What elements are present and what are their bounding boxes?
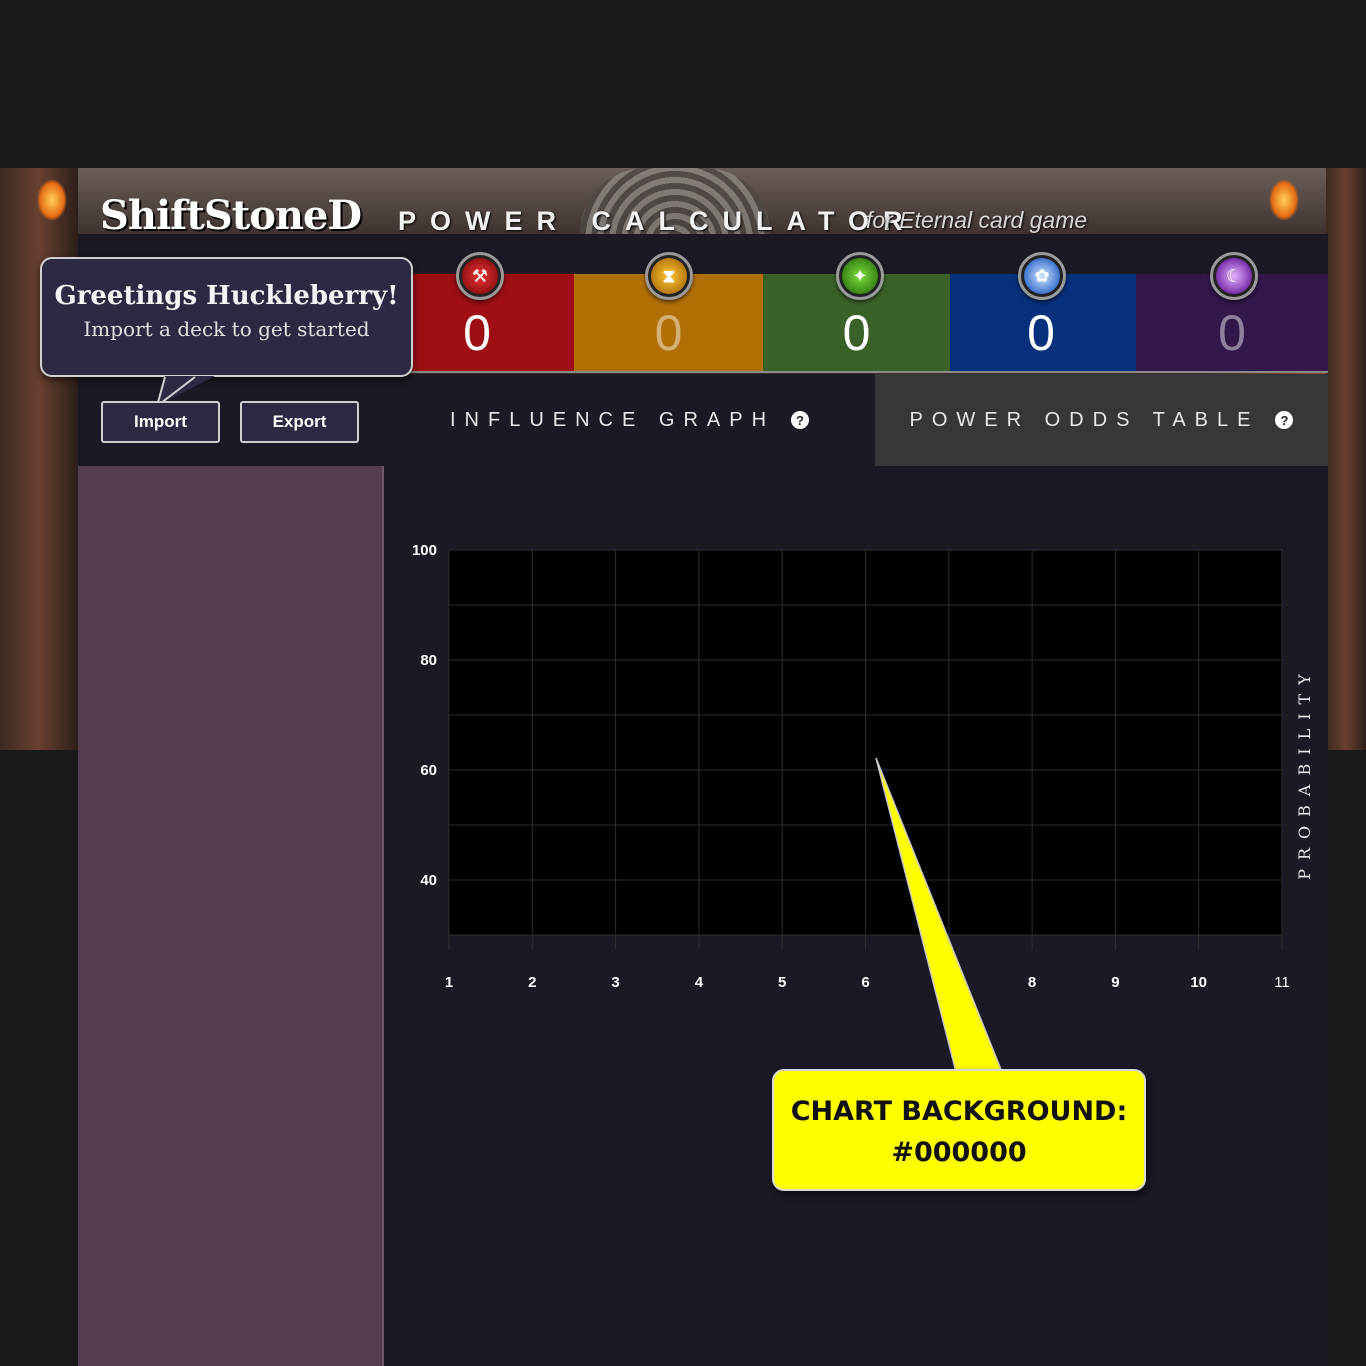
hourglass-icon: ⧗ bbox=[645, 252, 693, 300]
help-icon[interactable]: ? bbox=[1275, 411, 1294, 429]
tab-power-odds-table[interactable]: POWER ODDS TABLE ? bbox=[875, 374, 1328, 466]
tab-influence-graph[interactable]: INFLUENCE GRAPH ? bbox=[384, 374, 875, 466]
help-icon[interactable]: ? bbox=[791, 411, 810, 429]
influence-shadow-value: 0 bbox=[1218, 305, 1246, 361]
influence-time: ⧗ 0 bbox=[574, 252, 763, 371]
x-tick-label: 1 bbox=[445, 974, 453, 991]
export-button[interactable]: Export bbox=[240, 401, 359, 443]
y-tick-label: 40 bbox=[420, 872, 437, 889]
paw-icon: ✿ bbox=[1018, 252, 1066, 300]
y-tick-label: 80 bbox=[420, 652, 437, 669]
tab-power-odds-table-label: POWER ODDS TABLE bbox=[909, 408, 1260, 431]
x-tick-label: 5 bbox=[778, 974, 786, 991]
influence-time-value: 0 bbox=[654, 305, 683, 361]
influence-chart: 1 2 3 4 5 6 8 9 10 11100806040PROBABILITY bbox=[412, 542, 1314, 991]
x-tick-label: 10 bbox=[1190, 974, 1207, 991]
import-button[interactable]: Import bbox=[101, 401, 220, 443]
influence-justice-value: 0 bbox=[842, 305, 871, 361]
crescent-icon: ☾ bbox=[1210, 252, 1258, 300]
x-tick-label: 9 bbox=[1111, 974, 1119, 991]
influence-bar: ⚒ 0 ⧗ 0 ✦ 0 ✿ 0 ☾ 0 bbox=[384, 252, 1328, 373]
wings-icon: ✦ bbox=[836, 252, 884, 300]
x-tick-label: 2 bbox=[528, 974, 536, 991]
y-tick-label: 60 bbox=[420, 762, 437, 779]
app-title: POWER CALCULATOR bbox=[398, 206, 917, 236]
torch-right-icon bbox=[1262, 174, 1306, 234]
influence-primal-value: 0 bbox=[1027, 305, 1055, 361]
greeting-bubble: Greetings Huckleberry! Import a deck to … bbox=[40, 257, 413, 377]
influence-shadow: ☾ 0 bbox=[1136, 252, 1328, 371]
x-tick-label: 3 bbox=[611, 974, 619, 991]
y-axis-title: PROBABILITY bbox=[1295, 665, 1314, 880]
annotation-callout: CHART BACKGROUND: #000000 bbox=[772, 1069, 1146, 1191]
banner-pillar-right bbox=[1326, 168, 1366, 750]
callout-pointer bbox=[875, 757, 1004, 1073]
hammer-icon: ⚒ bbox=[456, 252, 504, 300]
app-subtitle: for Eternal card game bbox=[866, 207, 1088, 233]
influence-primal: ✿ 0 bbox=[950, 252, 1136, 371]
x-tick-label: 8 bbox=[1028, 974, 1036, 991]
tab-influence-graph-label: INFLUENCE GRAPH bbox=[449, 408, 776, 431]
annotation-line-2: #000000 bbox=[891, 1137, 1027, 1168]
x-tick-label: 11 bbox=[1274, 974, 1290, 991]
banner-pillar-left bbox=[0, 168, 78, 750]
greeting-subtitle: Import a deck to get started bbox=[83, 317, 370, 341]
y-tick-label: 100 bbox=[412, 542, 437, 559]
torch-left-icon bbox=[30, 174, 74, 234]
x-tick-label: 4 bbox=[695, 974, 704, 991]
site-logo[interactable]: ShiftStoneD bbox=[100, 192, 362, 239]
annotation-line-1: CHART BACKGROUND: bbox=[790, 1096, 1128, 1127]
influence-justice: ✦ 0 bbox=[763, 252, 950, 371]
deck-list-panel bbox=[78, 466, 384, 1366]
greeting-title: Greetings Huckleberry! bbox=[54, 281, 399, 311]
